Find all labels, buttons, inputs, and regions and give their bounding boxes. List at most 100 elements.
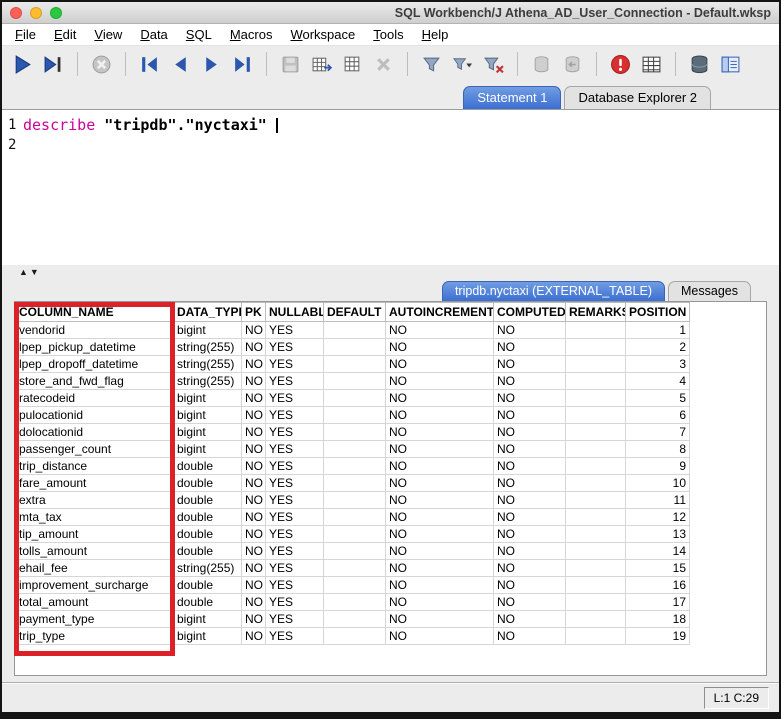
table-row[interactable]: total_amountdoubleNOYESNONO17: [16, 594, 690, 611]
table-cell: [324, 543, 386, 560]
toolbar-separator: [517, 52, 518, 76]
column-header-remarks[interactable]: REMARKS: [566, 303, 626, 322]
menu-macros[interactable]: Macros: [221, 25, 282, 44]
table-row[interactable]: extradoubleNOYESNONO11: [16, 492, 690, 509]
execute-sql-button[interactable]: [8, 50, 37, 79]
pane-splitter[interactable]: ▲ ▼: [2, 265, 779, 278]
table-cell: NO: [242, 543, 266, 560]
commit-button[interactable]: [527, 50, 556, 79]
first-icon: [139, 54, 160, 75]
table-cell: YES: [266, 577, 324, 594]
first-statement-button[interactable]: [135, 50, 164, 79]
table-cell: NO: [494, 560, 566, 577]
table-row[interactable]: pulocationidbigintNOYESNONO6: [16, 407, 690, 424]
table-cell: bigint: [174, 407, 242, 424]
execute-current-button[interactable]: [39, 50, 68, 79]
table-cell: mta_tax: [16, 509, 174, 526]
toolbar-separator: [675, 52, 676, 76]
table-cell: NO: [386, 475, 494, 492]
tab-database-explorer-2[interactable]: Database Explorer 2: [564, 86, 711, 109]
table-cell: NO: [386, 577, 494, 594]
menu-help[interactable]: Help: [413, 25, 458, 44]
table-row[interactable]: fare_amountdoubleNOYESNONO10: [16, 475, 690, 492]
table-row[interactable]: tip_amountdoubleNOYESNONO13: [16, 526, 690, 543]
column-header-position[interactable]: POSITION: [626, 303, 690, 322]
column-header-nullable[interactable]: NULLABLE: [266, 303, 324, 322]
results-table-header-row: COLUMN_NAMEDATA_TYPEPKNULLABLEDEFAULTAUT…: [16, 303, 690, 322]
table-cell: [324, 526, 386, 543]
menu-view[interactable]: View: [85, 25, 131, 44]
database-explorer-button[interactable]: [716, 50, 745, 79]
menu-workspace[interactable]: Workspace: [281, 25, 364, 44]
result-grid-container[interactable]: COLUMN_NAMEDATA_TYPEPKNULLABLEDEFAULTAUT…: [14, 301, 767, 676]
table-cell: NO: [242, 373, 266, 390]
database-icon: [689, 54, 710, 75]
result-tab-messages[interactable]: Messages: [668, 281, 751, 301]
table-cell: NO: [386, 611, 494, 628]
stop-button[interactable]: [87, 50, 116, 79]
append-results-button[interactable]: [637, 50, 666, 79]
connection-info-button[interactable]: [685, 50, 714, 79]
table-cell: payment_type: [16, 611, 174, 628]
close-window-icon[interactable]: [10, 7, 22, 19]
save-button[interactable]: [276, 50, 305, 79]
table-cell: NO: [242, 339, 266, 356]
table-row[interactable]: ehail_feestring(255)NOYESNONO15: [16, 560, 690, 577]
table-cell: NO: [386, 424, 494, 441]
last-statement-button[interactable]: [228, 50, 257, 79]
table-row[interactable]: ratecodeidbigintNOYESNONO5: [16, 390, 690, 407]
table-row[interactable]: passenger_countbigintNOYESNONO8: [16, 441, 690, 458]
table-row[interactable]: vendoridbigintNOYESNONO1: [16, 322, 690, 339]
table-cell: NO: [242, 475, 266, 492]
filter-button[interactable]: [417, 50, 446, 79]
menu-tools[interactable]: Tools: [364, 25, 412, 44]
splitter-collapse-up-icon[interactable]: ▲: [19, 267, 30, 277]
zoom-window-icon[interactable]: [50, 7, 62, 19]
toolbar: [2, 46, 779, 82]
menu-edit[interactable]: Edit: [45, 25, 85, 44]
column-header-data_type[interactable]: DATA_TYPE: [174, 303, 242, 322]
minimize-window-icon[interactable]: [30, 7, 42, 19]
table-row[interactable]: lpep_dropoff_datetimestring(255)NOYESNON…: [16, 356, 690, 373]
tab-statement-1[interactable]: Statement 1: [463, 86, 561, 109]
sql-editor[interactable]: 1 describe "tripdb"."nyctaxi" 2: [2, 109, 779, 265]
previous-statement-button[interactable]: [166, 50, 195, 79]
table-cell: YES: [266, 560, 324, 577]
table-cell: NO: [386, 407, 494, 424]
result-tab-tripdb-nyctaxi-external-table[interactable]: tripdb.nyctaxi (EXTERNAL_TABLE): [442, 281, 665, 301]
table-cell: NO: [494, 526, 566, 543]
column-header-default[interactable]: DEFAULT: [324, 303, 386, 322]
filter-dropdown-button[interactable]: [448, 50, 477, 79]
next-statement-button[interactable]: [197, 50, 226, 79]
table-cell: 3: [626, 356, 690, 373]
column-header-column_name[interactable]: COLUMN_NAME: [16, 303, 174, 322]
result-panel: tripdb.nyctaxi (EXTERNAL_TABLE)Messages …: [2, 278, 779, 682]
delete-row-button[interactable]: [369, 50, 398, 79]
copy-row-button[interactable]: [338, 50, 367, 79]
table-row[interactable]: store_and_fwd_flagstring(255)NOYESNONO4: [16, 373, 690, 390]
table-row[interactable]: trip_distancedoubleNOYESNONO9: [16, 458, 690, 475]
menu-sql[interactable]: SQL: [177, 25, 221, 44]
table-cell: NO: [494, 577, 566, 594]
reset-filter-button[interactable]: [479, 50, 508, 79]
menu-data[interactable]: Data: [131, 25, 176, 44]
column-header-autoincrement[interactable]: AUTOINCREMENT: [386, 303, 494, 322]
table-row[interactable]: lpep_pickup_datetimestring(255)NOYESNONO…: [16, 339, 690, 356]
table-cell: bigint: [174, 441, 242, 458]
table-row[interactable]: tolls_amountdoubleNOYESNONO14: [16, 543, 690, 560]
table-cell: improvement_surcharge: [16, 577, 174, 594]
splitter-collapse-down-icon[interactable]: ▼: [30, 267, 41, 277]
column-header-pk[interactable]: PK: [242, 303, 266, 322]
rollback-button[interactable]: [558, 50, 587, 79]
table-row[interactable]: dolocationidbigintNOYESNONO7: [16, 424, 690, 441]
table-row[interactable]: trip_typebigintNOYESNONO19: [16, 628, 690, 645]
ignore-errors-button[interactable]: [606, 50, 635, 79]
table-cell: YES: [266, 373, 324, 390]
menu-file[interactable]: File: [6, 25, 45, 44]
column-header-computed[interactable]: COMPUTED: [494, 303, 566, 322]
table-row[interactable]: improvement_surchargedoubleNOYESNONO16: [16, 577, 690, 594]
insert-row-button[interactable]: [307, 50, 336, 79]
table-row[interactable]: payment_typebigintNOYESNONO18: [16, 611, 690, 628]
table-cell: 15: [626, 560, 690, 577]
table-row[interactable]: mta_taxdoubleNOYESNONO12: [16, 509, 690, 526]
